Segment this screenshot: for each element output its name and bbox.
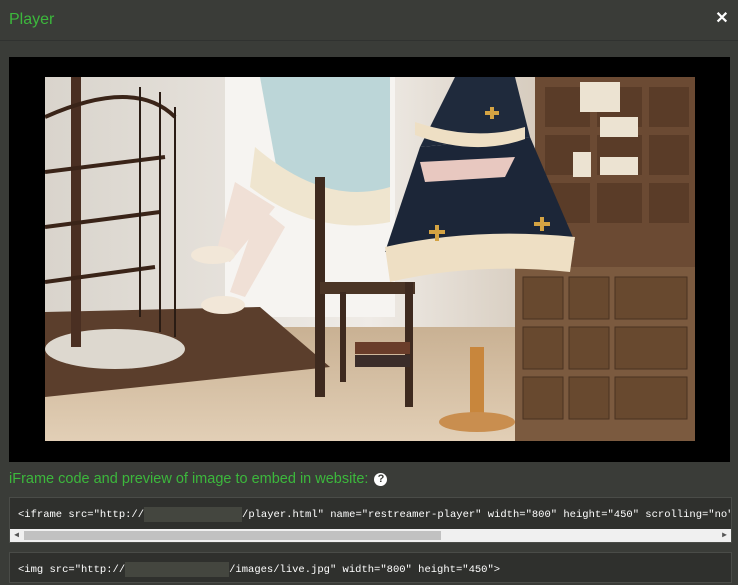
close-icon[interactable]: ✕ xyxy=(714,10,730,28)
horizontal-scrollbar[interactable]: ◀ ▶ xyxy=(10,529,731,542)
header-divider xyxy=(0,40,738,41)
redacted-host xyxy=(144,507,243,522)
img-code-box[interactable]: <img src="http:// /images/live.jpg" widt… xyxy=(9,552,732,583)
img-code-prefix: <img src="http:// xyxy=(18,563,126,576)
live-preview-image xyxy=(45,77,695,441)
help-icon[interactable]: ? xyxy=(374,472,388,486)
scrollbar-thumb[interactable] xyxy=(24,531,441,540)
iframe-code-suffix: /player.html" name="restreamer-player" w… xyxy=(242,508,732,521)
embed-label-text: iFrame code and preview of image to embe… xyxy=(9,471,369,487)
modal-title: Player xyxy=(9,11,55,28)
scroll-right-icon[interactable]: ▶ xyxy=(718,529,731,542)
embed-section-label: iFrame code and preview of image to embe… xyxy=(9,471,388,487)
iframe-code-prefix: <iframe src="http:// xyxy=(18,508,145,521)
video-player[interactable] xyxy=(9,57,730,462)
redacted-host xyxy=(125,562,230,577)
iframe-code-box[interactable]: <iframe src="http:// /player.html" name=… xyxy=(9,497,732,543)
scroll-left-icon[interactable]: ◀ xyxy=(10,529,23,542)
img-code-suffix: /images/live.jpg" width="800" height="45… xyxy=(229,563,501,576)
